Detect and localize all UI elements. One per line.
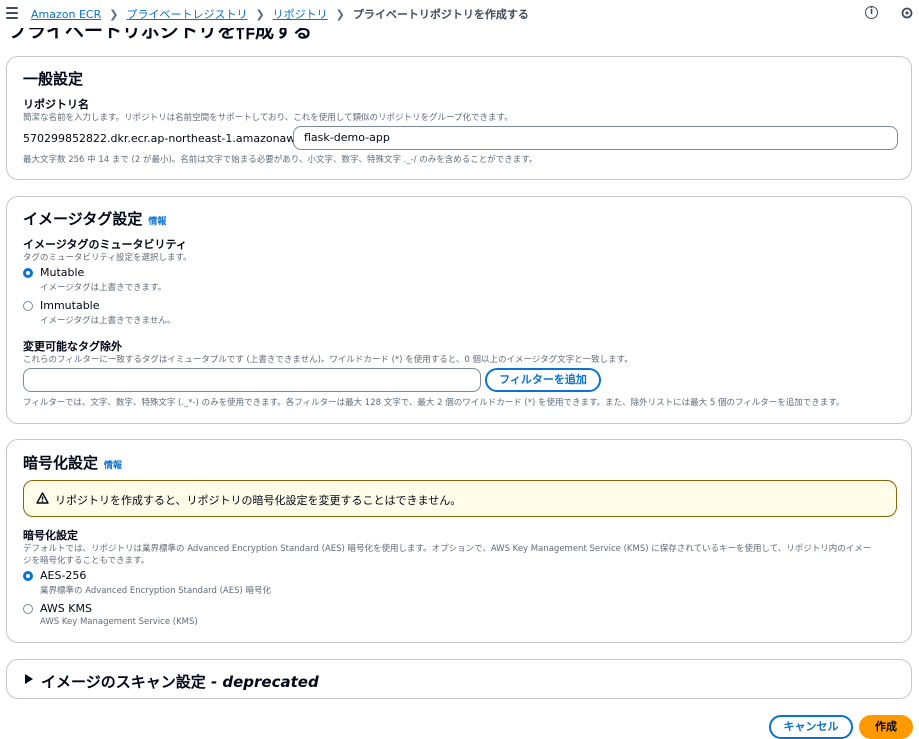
image-scan-settings-panel[interactable]: イメージのスキャン設定 - deprecated — [6, 659, 912, 699]
encryption-settings-heading: 暗号化設定 — [23, 454, 99, 472]
aws-kms-radio[interactable] — [23, 604, 33, 614]
encryption-description-line2: ジを暗号化することもできます。 — [23, 556, 150, 566]
caret-right-icon[interactable] — [25, 674, 33, 684]
image-scan-settings-title[interactable]: イメージのスキャン設定 - deprecated — [41, 671, 319, 692]
repository-name-input[interactable]: flask-demo-app — [293, 126, 898, 150]
image-tag-settings-heading: イメージタグ設定 — [23, 210, 143, 228]
immutable-radio[interactable] — [23, 301, 33, 311]
tag-filter-hint: フィルターでは、文字、数字、特殊文字 (._*-) のみを使用できます。各フィル… — [23, 398, 845, 408]
chevron-right-icon: ❯ — [255, 7, 265, 21]
breadcrumb-current: プライベートリポジトリを作成する — [352, 8, 529, 21]
breadcrumb-private-registry[interactable]: プライベートレジストリ — [126, 6, 247, 22]
tag-exclusion-label: 変更可能なタグ除外 — [23, 340, 122, 353]
chevron-right-icon: ❯ — [109, 7, 119, 21]
settings-icon[interactable] — [901, 7, 913, 19]
create-button[interactable]: 作成 — [859, 715, 913, 739]
aws-kms-label: AWS KMS — [40, 602, 92, 615]
add-filter-button[interactable]: フィルターを追加 — [485, 368, 601, 392]
repository-uri-prefix: 570299852822.dkr.ecr.ap-northeast-1.amaz… — [23, 132, 332, 145]
mutable-description: イメージタグは上書きできます。 — [40, 283, 167, 293]
breadcrumb-amazon-ecr[interactable]: Amazon ECR — [31, 8, 101, 21]
warning-icon — [36, 492, 49, 504]
aes256-description: 業界標準の Advanced Encryption Standard (AES)… — [40, 586, 272, 596]
encryption-settings-title: 暗号化設定 情報 — [23, 452, 122, 473]
info-link[interactable]: 情報 — [148, 217, 166, 227]
mutable-radio[interactable] — [23, 268, 33, 278]
aws-kms-option[interactable]: AWS KMS AWS Key Management Service (KMS) — [23, 602, 198, 627]
repository-name-hint: 最大文字数 256 中 14 まで (2 が最小)。名前は文字で始まる必要があり… — [23, 155, 538, 165]
aes256-radio[interactable] — [23, 571, 33, 581]
tag-mutability-label: イメージタグのミュータビリティ — [23, 238, 187, 251]
encryption-settings-panel: 暗号化設定 情報 リポジトリを作成すると、リポジトリの暗号化設定を変更することはで… — [6, 439, 912, 643]
immutable-description: イメージタグは上書きできません。 — [40, 316, 176, 326]
encryption-description-line1: デフォルトでは、リポジトリは業界標準の Advanced Encryption … — [23, 544, 872, 554]
aes256-label: AES-256 — [40, 569, 87, 582]
hamburger-menu-icon[interactable] — [6, 7, 18, 19]
image-scan-settings-heading: イメージのスキャン設定 — [41, 673, 206, 691]
chevron-right-icon: ❯ — [335, 7, 345, 21]
breadcrumb: Amazon ECR ❯ プライベートレジストリ ❯ リポジトリ ❯ プライベー… — [31, 6, 529, 22]
repository-name-description: 簡潔な名前を入力します。リポジトリは名前空間をサポートしており、これを使用して類… — [23, 113, 513, 123]
mutable-option[interactable]: Mutable イメージタグは上書きできます。 — [23, 266, 166, 293]
immutable-label: Immutable — [40, 299, 100, 312]
info-icon[interactable]: i — [865, 6, 878, 19]
top-navigation-bar: Amazon ECR ❯ プライベートレジストリ ❯ リポジトリ ❯ プライベー… — [0, 0, 919, 28]
repository-name-label: リポジトリ名 — [23, 98, 89, 111]
breadcrumb-repositories[interactable]: リポジトリ — [273, 6, 328, 22]
tag-filter-input[interactable] — [23, 368, 481, 392]
immutable-option[interactable]: Immutable イメージタグは上書きできません。 — [23, 299, 175, 326]
mutable-label: Mutable — [40, 266, 85, 279]
warning-alert: リポジトリを作成すると、リポジトリの暗号化設定を変更することはできません。 — [23, 480, 897, 517]
tag-mutability-description: タグのミュータビリティ設定を選択します。 — [23, 253, 192, 263]
general-settings-title: 一般設定 — [23, 70, 84, 88]
general-settings-panel: 一般設定 リポジトリ名 簡潔な名前を入力します。リポジトリは名前空間をサポートし… — [6, 56, 912, 180]
deprecated-label: - deprecated — [210, 673, 319, 691]
aws-kms-description: AWS Key Management Service (KMS) — [40, 617, 198, 627]
info-link[interactable]: 情報 — [104, 461, 122, 471]
warning-text: リポジトリを作成すると、リポジトリの暗号化設定を変更することはできません。 — [55, 494, 462, 507]
image-tag-settings-panel: イメージタグ設定 情報 イメージタグのミュータビリティ タグのミュータビリティ設定… — [6, 196, 912, 424]
aes256-option[interactable]: AES-256 業界標準の Advanced Encryption Standa… — [23, 569, 271, 596]
encryption-setting-label: 暗号化設定 — [23, 529, 78, 542]
tag-exclusion-description: これらのフィルターに一致するタグはイミュータブルです (上書きできません)。ワイ… — [23, 355, 633, 365]
cancel-button[interactable]: キャンセル — [769, 715, 853, 739]
image-tag-settings-title: イメージタグ設定 情報 — [23, 208, 166, 229]
